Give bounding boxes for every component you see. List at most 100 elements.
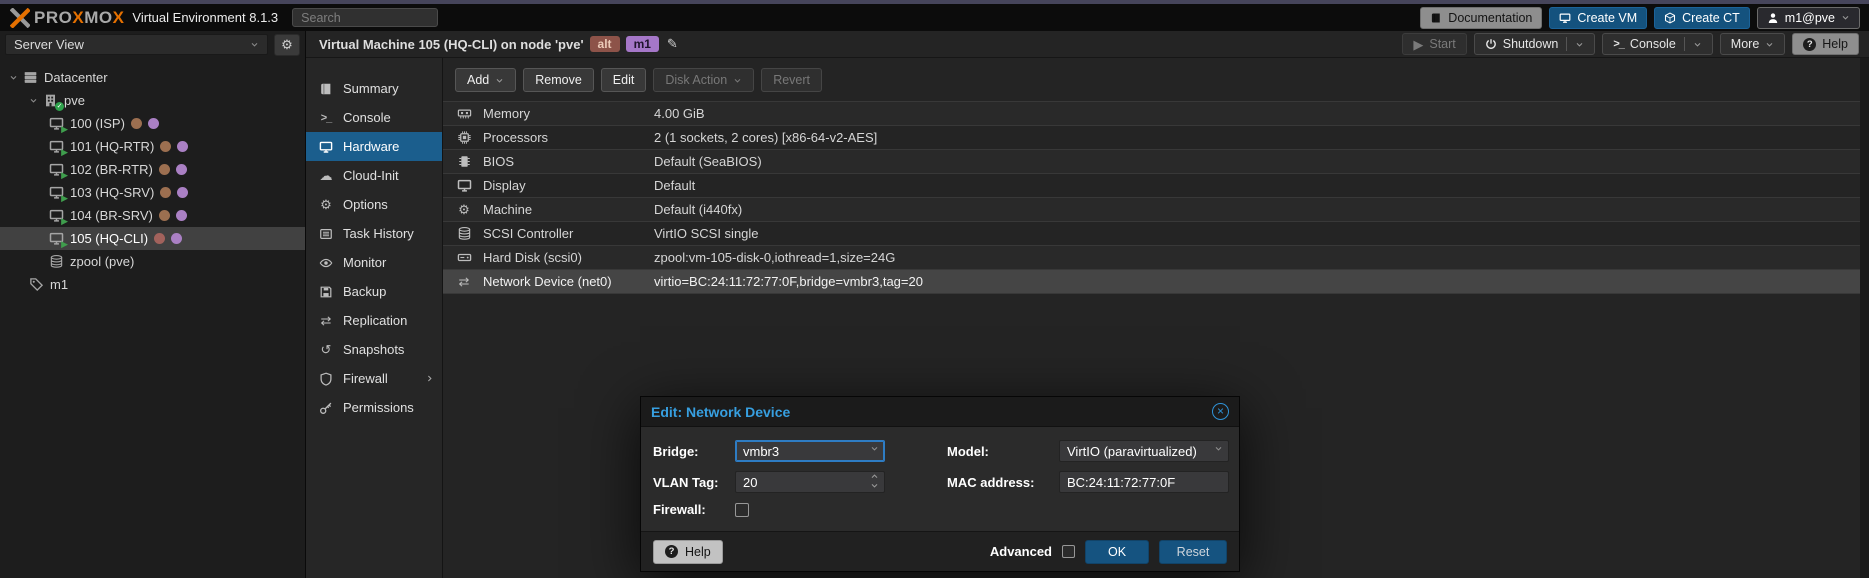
hw-row-display[interactable]: Display Default — [443, 174, 1869, 198]
vm-menu-hardware[interactable]: Hardware — [306, 132, 442, 161]
tree-item-vm-105[interactable]: ▶ 105 (HQ-CLI) — [0, 227, 305, 250]
reset-button[interactable]: Reset — [1159, 540, 1227, 564]
tree-item-vm-101[interactable]: ▶ 101 (HQ-RTR) — [0, 135, 305, 158]
hw-row-bios[interactable]: BIOS Default (SeaBIOS) — [443, 150, 1869, 174]
menu-label: Hardware — [343, 139, 399, 154]
tree-item-zpool[interactable]: zpool (pve) — [0, 250, 305, 273]
tree-item-vm-100[interactable]: ▶ 100 (ISP) — [0, 112, 305, 135]
vlan-tag-label: VLAN Tag: — [653, 475, 735, 490]
create-ct-button[interactable]: Create CT — [1654, 7, 1750, 29]
model-input[interactable] — [1059, 440, 1229, 462]
chevron-down-icon — [495, 76, 504, 85]
cube-icon — [1664, 12, 1676, 24]
tree-item-vm-102[interactable]: ▶ 102 (BR-RTR) — [0, 158, 305, 181]
add-button[interactable]: Add — [455, 68, 516, 92]
tree-label: zpool (pve) — [70, 254, 134, 269]
tree-item-vm-103[interactable]: ▶ 103 (HQ-SRV) — [0, 181, 305, 204]
chevron-down-icon[interactable] — [1693, 40, 1702, 49]
tree-item-m1[interactable]: m1 — [0, 273, 305, 296]
vm-menu-backup[interactable]: Backup — [306, 277, 442, 306]
vm-menu-snapshots[interactable]: ↺ Snapshots — [306, 335, 442, 364]
create-vm-button[interactable]: Create VM — [1549, 7, 1647, 29]
search-input[interactable] — [292, 8, 438, 27]
vlan-tag-spinner[interactable] — [735, 471, 885, 493]
vm-menu-replication[interactable]: ⇄ Replication — [306, 306, 442, 335]
documentation-button[interactable]: Documentation — [1420, 7, 1542, 29]
vm-menu: Summary >_ Console Hardware ☁ Cloud-Init — [306, 58, 443, 578]
disk-action-label: Disk Action — [665, 73, 727, 87]
content-header: Virtual Machine 105 (HQ-CLI) on node 'pv… — [306, 31, 1869, 58]
hw-row-machine[interactable]: ⚙ Machine Default (i440fx) — [443, 198, 1869, 222]
hw-row-memory[interactable]: Memory 4.00 GiB — [443, 102, 1869, 126]
tree-item-pve[interactable]: ✓ pve — [0, 89, 305, 112]
dialog-help-button[interactable]: ? Help — [653, 540, 723, 564]
help-button[interactable]: ? Help — [1792, 33, 1859, 55]
network-icon: ⇄ — [455, 275, 473, 288]
hdd-icon — [457, 250, 472, 265]
disk-action-button[interactable]: Disk Action — [653, 68, 754, 92]
revert-button[interactable]: Revert — [761, 68, 822, 92]
ok-button[interactable]: OK — [1085, 540, 1149, 564]
vm-menu-summary[interactable]: Summary — [306, 74, 442, 103]
tree-item-datacenter[interactable]: Datacenter — [0, 66, 305, 89]
tree-label: 102 (BR-RTR) — [70, 162, 153, 177]
vm-menu-monitor[interactable]: Monitor — [306, 248, 442, 277]
hw-row-processors[interactable]: Processors 2 (1 sockets, 2 cores) [x86-6… — [443, 126, 1869, 150]
menu-label: Replication — [343, 313, 407, 328]
question-icon: ? — [1803, 38, 1816, 51]
server-icon — [23, 70, 38, 85]
monitor-icon — [1559, 12, 1571, 24]
tree-settings-button[interactable]: ⚙ — [274, 34, 300, 56]
advanced-checkbox[interactable] — [1062, 545, 1075, 558]
book-icon — [319, 82, 333, 96]
add-label: Add — [467, 73, 489, 87]
vm-menu-permissions[interactable]: Permissions — [306, 393, 442, 422]
vm-menu-firewall[interactable]: Firewall — [306, 364, 442, 393]
hardware-table: Memory 4.00 GiB Processors 2 (1 sockets,… — [443, 101, 1869, 294]
user-menu-button[interactable]: m1@pve — [1757, 7, 1860, 29]
console-button[interactable]: >_ Console — [1602, 33, 1712, 55]
edit-tags-icon[interactable]: ✎ — [667, 36, 678, 52]
more-button[interactable]: More — [1720, 33, 1785, 55]
tag-dot — [177, 141, 188, 152]
version-text: Virtual Environment 8.1.3 — [132, 10, 278, 25]
hw-row-hard-disk[interactable]: Hard Disk (scsi0) zpool:vm-105-disk-0,io… — [443, 246, 1869, 270]
content-scrollbar[interactable] — [1860, 58, 1869, 578]
dialog-titlebar[interactable]: Edit: Network Device × — [641, 397, 1239, 427]
hw-row-scsi-controller[interactable]: SCSI Controller VirtIO SCSI single — [443, 222, 1869, 246]
tag-dot — [159, 164, 170, 175]
revert-label: Revert — [773, 73, 810, 87]
hardware-toolbar: Add Remove Edit Disk Action — [443, 58, 1869, 101]
hw-row-label: Machine — [483, 202, 654, 217]
bridge-input[interactable] — [735, 440, 885, 462]
edit-button[interactable]: Edit — [601, 68, 647, 92]
firewall-checkbox[interactable] — [735, 503, 749, 517]
tag-dot — [131, 118, 142, 129]
remove-button[interactable]: Remove — [523, 68, 594, 92]
gear-icon: ⚙ — [318, 198, 334, 211]
shutdown-button[interactable]: Shutdown — [1474, 33, 1596, 55]
mac-address-input[interactable] — [1059, 471, 1229, 493]
close-icon[interactable]: × — [1212, 403, 1229, 420]
chevron-down-icon[interactable] — [1575, 40, 1584, 49]
play-icon: ▶ — [1413, 38, 1423, 51]
bridge-combo[interactable] — [735, 440, 885, 462]
model-combo[interactable] — [1059, 440, 1229, 462]
running-play-icon: ▶ — [61, 124, 68, 135]
monitor-icon — [319, 140, 333, 154]
tree-header: Server View ⚙ — [0, 31, 305, 58]
vm-menu-cloud-init[interactable]: ☁ Cloud-Init — [306, 161, 442, 190]
user-icon — [1767, 12, 1779, 24]
vm-menu-task-history[interactable]: Task History — [306, 219, 442, 248]
vlan-tag-input[interactable] — [735, 471, 885, 493]
mac-address-field[interactable] — [1059, 471, 1229, 493]
hw-row-network-device[interactable]: ⇄ Network Device (net0) virtio=BC:24:11:… — [443, 270, 1869, 294]
tree-item-vm-104[interactable]: ▶ 104 (BR-SRV) — [0, 204, 305, 227]
hw-row-value: Default (i440fx) — [654, 202, 742, 217]
chip-icon — [457, 154, 472, 169]
start-button[interactable]: ▶ Start — [1402, 33, 1466, 55]
view-selector[interactable]: Server View — [5, 34, 268, 55]
vm-menu-options[interactable]: ⚙ Options — [306, 190, 442, 219]
menu-label: Summary — [343, 81, 399, 96]
vm-menu-console[interactable]: >_ Console — [306, 103, 442, 132]
